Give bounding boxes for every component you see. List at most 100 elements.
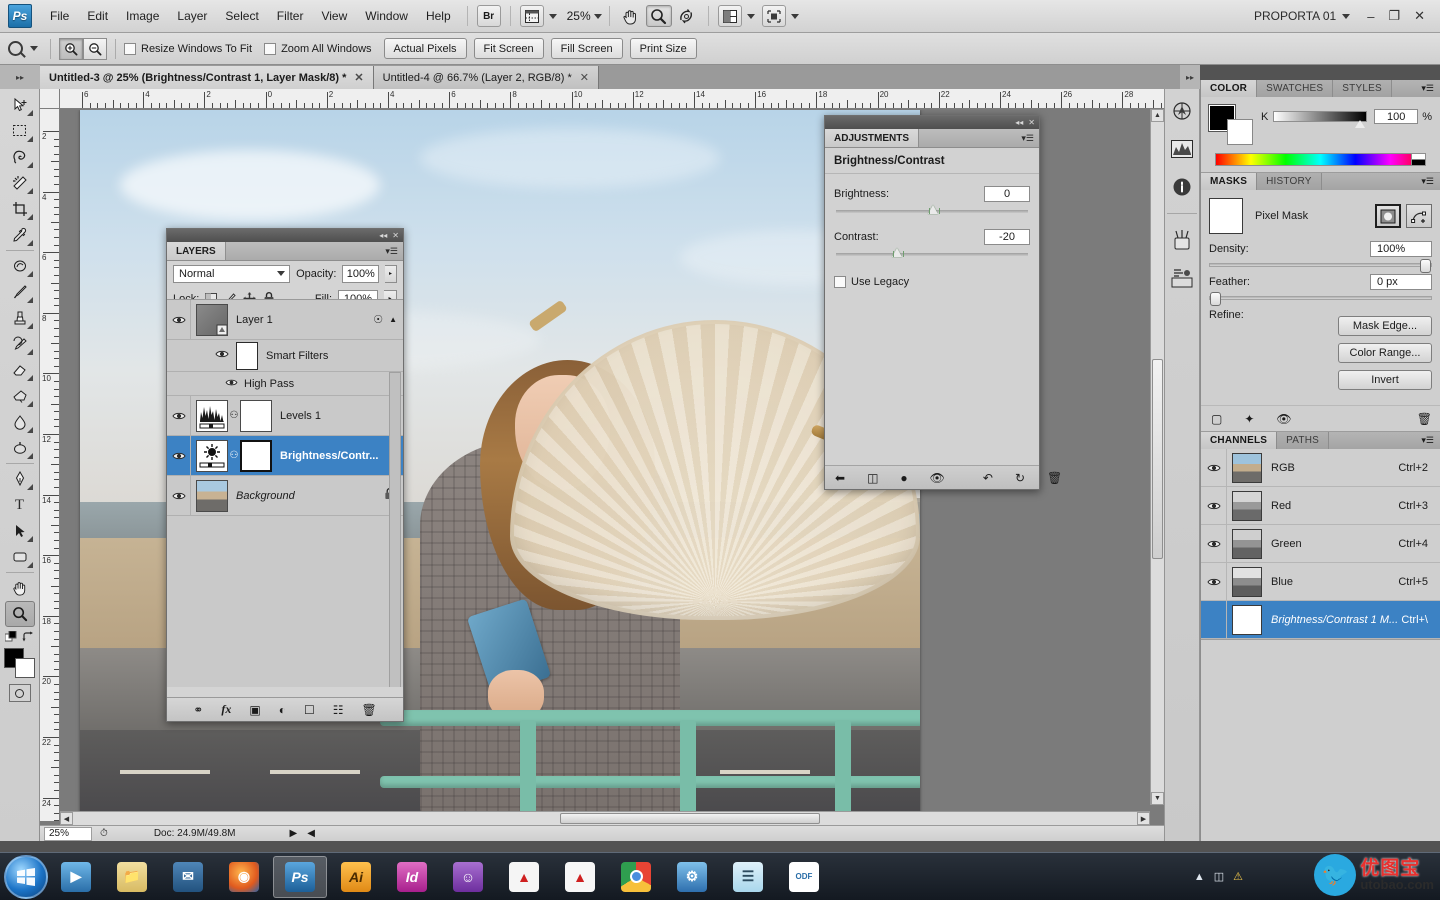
rectangle-tool[interactable] <box>5 544 35 570</box>
taskbar-item-photoshop[interactable]: Ps <box>273 855 327 898</box>
expand-arrow-icon[interactable]: ▲ <box>389 315 397 324</box>
table-row[interactable]: Brightness/Contrast 1 M... Ctrl+\ <box>1201 601 1440 639</box>
taskbar-item-odf-document[interactable]: ODF <box>777 856 831 898</box>
rotate-view-tool-button[interactable] <box>674 5 700 27</box>
feather-slider[interactable] <box>1209 292 1432 306</box>
print-size-button[interactable]: Print Size <box>629 38 697 59</box>
zoom-all-windows-checkbox[interactable]: Zoom All Windows <box>264 42 372 55</box>
taskbar-item-thunderbird[interactable]: ✉ <box>161 856 215 898</box>
zoom-out-button[interactable] <box>83 37 107 60</box>
blend-mode-select[interactable]: Normal <box>173 264 291 283</box>
load-selection-icon[interactable]: ▢ <box>1211 412 1222 426</box>
layer-visibility-toggle[interactable] <box>167 436 191 475</box>
taskbar-item-notepad[interactable]: ☰ <box>721 856 775 898</box>
layer-name[interactable]: Brightness/Contr... <box>280 450 378 462</box>
document-tab-untitled-3[interactable]: Untitled-3 @ 25% (Brightness/Contrast 1,… <box>40 66 374 89</box>
delete-layer-icon[interactable]: 🗑 <box>361 703 376 717</box>
brightness-slider-handle[interactable] <box>928 205 941 215</box>
layer-visibility-toggle[interactable] <box>167 476 191 515</box>
magic-wand-tool[interactable] <box>5 170 35 196</box>
active-tool-indicator[interactable] <box>8 41 38 56</box>
panel-menu-icon[interactable]: ▾☰ <box>1421 80 1440 97</box>
mask-edge-button[interactable]: Mask Edge... <box>1338 316 1432 336</box>
layer-name[interactable]: Layer 1 <box>236 314 273 326</box>
menu-view[interactable]: View <box>312 5 356 27</box>
taskbar-item-file-explorer[interactable]: 📁 <box>105 856 159 898</box>
channel-visibility-toggle[interactable] <box>1201 449 1227 486</box>
resize-windows-to-fit-checkbox[interactable]: Resize Windows To Fit <box>124 42 252 55</box>
background-color-swatch[interactable] <box>14 658 35 678</box>
layers-list[interactable]: Layer 1 ☉ ▲ Smart Filters High Pass ⚇ Le… <box>167 299 403 687</box>
blur-tool[interactable] <box>5 409 35 435</box>
smart-filter-name[interactable]: High Pass <box>244 378 294 390</box>
fill-screen-button[interactable]: Fill Screen <box>550 38 623 59</box>
smart-filter-visibility-toggle[interactable] <box>215 349 229 362</box>
close-icon[interactable]: ✕ <box>354 71 363 84</box>
k-channel-value[interactable]: 100 <box>1374 109 1419 124</box>
view-previous-state-icon[interactable]: ↶ <box>983 471 993 485</box>
history-brush-tool[interactable] <box>5 331 35 357</box>
contrast-slider[interactable] <box>836 248 1028 257</box>
color-spectrum-ramp[interactable] <box>1215 153 1426 166</box>
taskbar-item-indesign[interactable]: Id <box>385 856 439 898</box>
tab-history[interactable]: HISTORY <box>1257 173 1322 190</box>
actual-pixels-button[interactable]: Actual Pixels <box>383 38 467 59</box>
crop-tool[interactable] <box>5 196 35 222</box>
channels-list[interactable]: RGB Ctrl+2 Red Ctrl+3 Green Ctrl+4 Blue … <box>1201 449 1440 639</box>
feather-slider-handle[interactable] <box>1210 292 1221 306</box>
use-legacy-checkbox[interactable]: Use Legacy <box>834 276 1030 288</box>
channel-visibility-toggle[interactable] <box>1201 563 1227 600</box>
tab-styles[interactable]: STYLES <box>1333 80 1392 97</box>
taskbar-item-control-panel[interactable]: ⚙ <box>665 856 719 898</box>
density-slider-handle[interactable] <box>1420 259 1431 273</box>
panel-menu-icon[interactable]: ▾☰ <box>385 242 403 260</box>
taskbar-item-acrobat-reader-2[interactable]: ▲ <box>553 856 607 898</box>
zoom-tool[interactable] <box>4 601 35 627</box>
background-color-swatch[interactable] <box>1227 119 1253 145</box>
collapse-icon[interactable]: ◂◂ <box>379 231 387 240</box>
k-channel-track[interactable] <box>1273 111 1368 122</box>
brush-tool[interactable] <box>5 279 35 305</box>
link-layers-icon[interactable]: ⚭ <box>193 703 203 717</box>
brightness-input[interactable]: 0 <box>984 186 1030 202</box>
screen-mode-button[interactable] <box>760 5 799 27</box>
default-colors-icon[interactable] <box>4 631 18 644</box>
network-icon[interactable]: ◫ <box>1214 870 1224 883</box>
brightness-slider[interactable] <box>836 205 1028 214</box>
zoom-tool-button[interactable] <box>645 5 672 27</box>
view-extras-button[interactable] <box>518 5 557 27</box>
close-icon[interactable]: ✕ <box>1028 118 1035 127</box>
workspace-name[interactable]: PROPORTA 01 <box>1254 9 1336 23</box>
launch-bridge-button[interactable]: Br <box>476 5 501 27</box>
menu-filter[interactable]: Filter <box>268 5 313 27</box>
move-tool[interactable] <box>5 92 35 118</box>
taskbar-item-acrobat-reader-1[interactable]: ▲ <box>497 856 551 898</box>
histogram-icon[interactable] <box>1169 137 1195 161</box>
contrast-input[interactable]: -20 <box>984 229 1030 245</box>
quick-mask-mode-button[interactable] <box>8 684 31 702</box>
collapse-icon[interactable]: ◂◂ <box>1015 118 1023 127</box>
table-row[interactable]: Red Ctrl+3 <box>1201 487 1440 525</box>
table-row[interactable]: ⚇ Brightness/Contr... <box>167 436 403 476</box>
vertical-ruler[interactable]: 2 4 6 8 10 12 14 16 18 20 22 24 <box>40 109 60 821</box>
zoom-in-button[interactable] <box>59 37 83 60</box>
restore-button[interactable]: ❐ <box>1381 6 1407 26</box>
feather-value[interactable]: 0 px <box>1370 274 1432 290</box>
hand-tool-button[interactable] <box>618 5 644 27</box>
delete-mask-icon[interactable]: 🗑 <box>1417 412 1432 426</box>
status-next-arrow[interactable]: ▶ <box>290 828 298 839</box>
clone-stamp-tool[interactable] <box>5 305 35 331</box>
smart-filter-mask-thumbnail[interactable] <box>236 341 258 370</box>
mask-thumbnail[interactable] <box>1209 198 1243 234</box>
arrange-documents-button[interactable] <box>716 5 755 27</box>
show-hidden-icons[interactable]: ▲ <box>1194 871 1205 883</box>
layer-thumbnail[interactable] <box>196 303 228 336</box>
status-zoom-field[interactable]: 25% <box>44 826 92 841</box>
taskbar-item-illustrator[interactable]: Ai <box>329 856 383 898</box>
close-button[interactable]: ✕ <box>1407 6 1432 26</box>
toggle-layer-visibility-icon[interactable]: ● <box>900 471 907 485</box>
channel-thumbnail[interactable] <box>1232 528 1262 559</box>
layer-effects-icon[interactable]: ☉ <box>373 313 383 326</box>
k-channel-handle[interactable] <box>1355 120 1366 129</box>
hand-tool[interactable] <box>5 575 35 601</box>
